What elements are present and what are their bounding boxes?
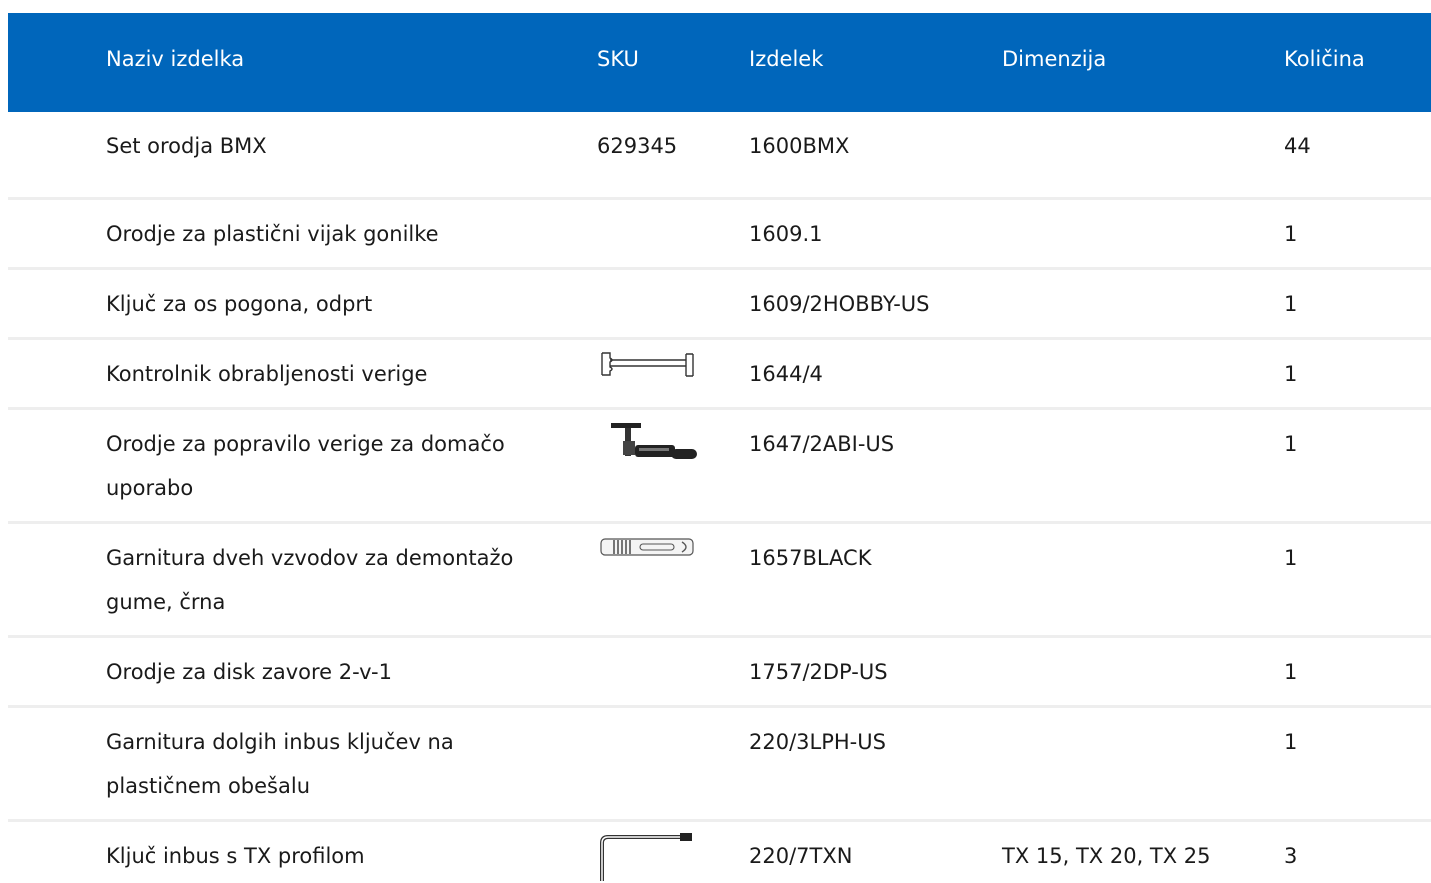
row-quantity: 1	[1284, 432, 1298, 456]
table-row: Kontrolnik obrabljenosti verige 1644/4 1	[8, 340, 1431, 407]
table-header: Naziv izdelka SKU Izdelek Dimenzija Koli…	[8, 13, 1431, 112]
column-header-quantity[interactable]: Količina	[1284, 47, 1365, 71]
row-name: Orodje za plastični vijak gonilke	[106, 222, 439, 246]
row-dimension: TX 15, TX 20, TX 25	[1002, 844, 1211, 868]
table-row: Orodje za plastični vijak gonilke 1609.1…	[8, 200, 1431, 267]
chain-checker-icon	[598, 350, 698, 380]
row-product: 1757/2DP-US	[749, 660, 888, 684]
torx-key-icon	[598, 833, 698, 883]
table-row: Ključ inbus s TX profilom 220/7TXN TX 15…	[8, 822, 1431, 882]
row-name: Orodje za popravilo verige za domačo upo…	[106, 432, 505, 500]
row-quantity: 1	[1284, 362, 1298, 386]
chain-tool-icon	[611, 421, 701, 466]
table-row: Orodje za popravilo verige za domačo upo…	[8, 410, 1431, 521]
row-quantity: 44	[1284, 134, 1311, 158]
table-row: Ključ za os pogona, odprt 1609/2HOBBY-US…	[8, 270, 1431, 337]
row-quantity: 3	[1284, 844, 1298, 868]
table-row: Garnitura dolgih inbus ključev na plasti…	[8, 708, 1431, 819]
row-quantity: 1	[1284, 730, 1298, 754]
row-name: Garnitura dveh vzvodov za demontažo gume…	[106, 546, 514, 614]
row-quantity: 1	[1284, 660, 1298, 684]
row-product: 1600BMX	[749, 134, 850, 158]
row-quantity: 1	[1284, 546, 1298, 570]
row-name: Orodje za disk zavore 2-v-1	[106, 660, 392, 684]
column-header-product[interactable]: Izdelek	[749, 47, 823, 71]
table-row: Orodje za disk zavore 2-v-1 1757/2DP-US …	[8, 638, 1431, 705]
row-name: Ključ za os pogona, odprt	[106, 292, 373, 316]
row-product: 220/7TXN	[749, 844, 853, 868]
tire-lever-icon	[600, 536, 696, 558]
row-name: Garnitura dolgih inbus ključev na plasti…	[106, 730, 454, 798]
parts-table: Naziv izdelka SKU Izdelek Dimenzija Koli…	[8, 13, 1431, 882]
row-product: 1647/2ABI-US	[749, 432, 895, 456]
row-quantity: 1	[1284, 222, 1298, 246]
table-row: Garnitura dveh vzvodov za demontažo gume…	[8, 524, 1431, 635]
row-product: 1609.1	[749, 222, 823, 246]
row-name: Set orodja BMX	[106, 134, 267, 158]
row-product: 1644/4	[749, 362, 823, 386]
row-product: 1609/2HOBBY-US	[749, 292, 930, 316]
row-sku: 629345	[597, 134, 678, 158]
row-quantity: 1	[1284, 292, 1298, 316]
table-row: Set orodja BMX 629345 1600BMX 44	[8, 112, 1431, 197]
row-name: Kontrolnik obrabljenosti verige	[106, 362, 428, 386]
row-product: 220/3LPH-US	[749, 730, 886, 754]
row-name: Ključ inbus s TX profilom	[106, 844, 365, 868]
column-header-name[interactable]: Naziv izdelka	[106, 47, 244, 71]
column-header-sku[interactable]: SKU	[597, 47, 639, 71]
column-header-dimension[interactable]: Dimenzija	[1002, 47, 1106, 71]
row-product: 1657BLACK	[749, 546, 872, 570]
